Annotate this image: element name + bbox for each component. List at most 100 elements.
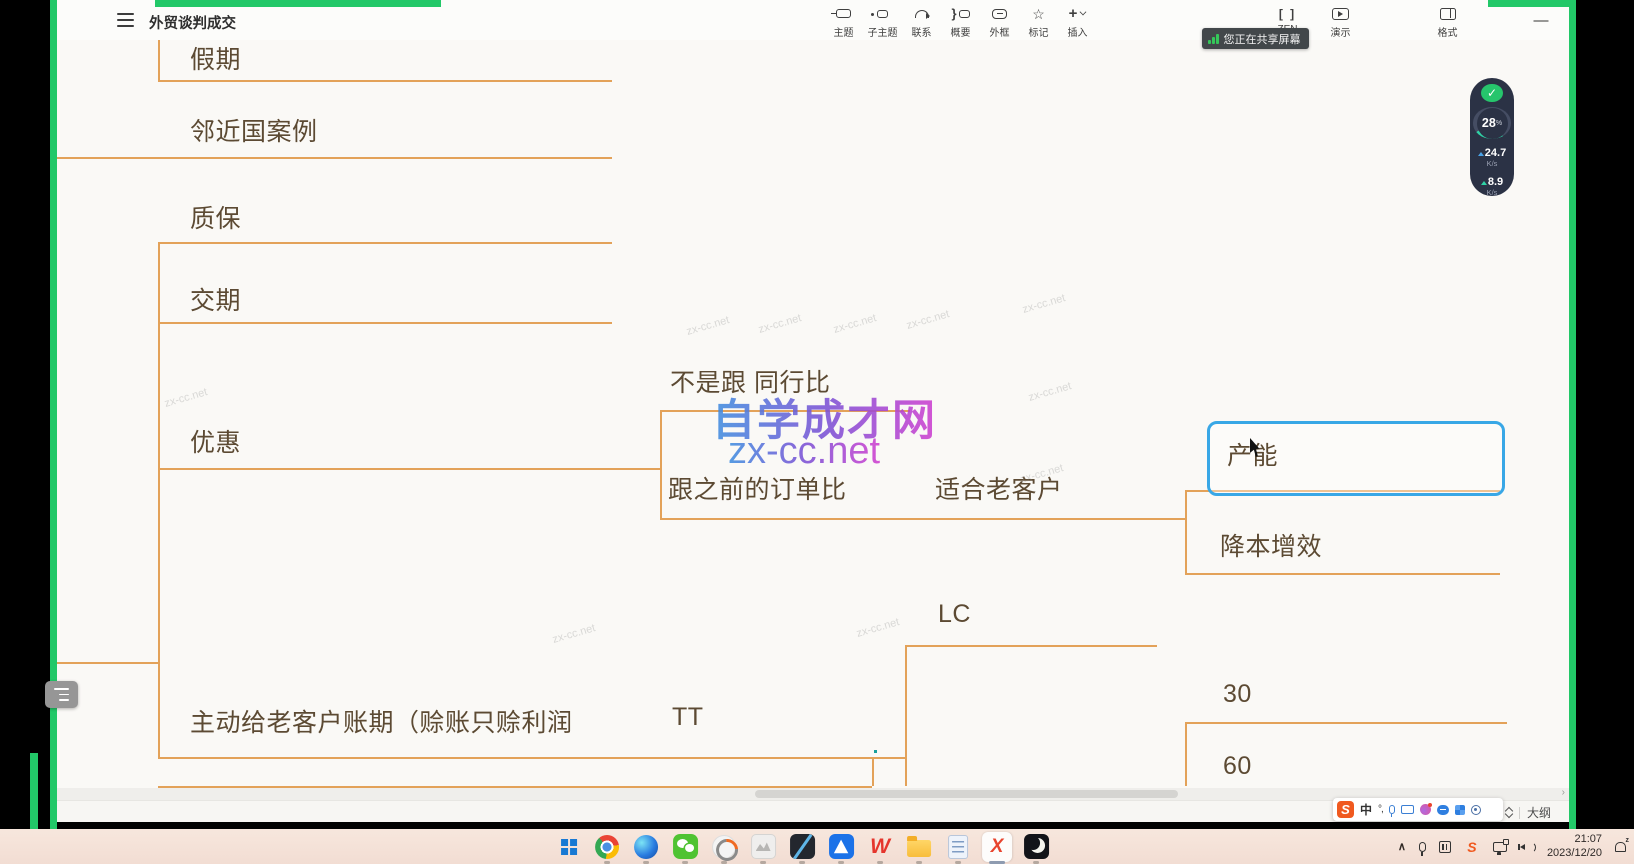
sogou-logo-icon[interactable]: S [1337,801,1354,818]
node-lc[interactable]: LC [938,600,971,629]
taskbar-notes[interactable] [943,832,973,862]
tray-clock[interactable]: 21:07 2023/12/20 [1547,833,1602,861]
taskbar-mindapp[interactable] [826,832,856,862]
relationship-button[interactable]: 联系 [903,4,940,39]
outline-view-button[interactable]: 大纲 [1527,804,1551,821]
tray-display-icon[interactable] [1493,842,1507,852]
branch-line [1185,722,1187,786]
node-discount[interactable]: 优惠 [190,423,241,459]
ime-mode-chinese[interactable]: 中 [1360,801,1372,818]
ime-settings-icon[interactable] [1471,805,1481,815]
sogou-ime-bar[interactable]: S 中 °, [1333,798,1503,821]
format-icon [1440,6,1456,21]
boundary-icon [992,6,1007,21]
windows-icon [561,839,568,846]
taskbar-browser[interactable] [709,832,739,862]
outline-panel-toggle[interactable] [45,681,78,708]
booster-widget[interactable]: ✓ 28% 24.7 K/s 8.9 K/s [1470,78,1514,196]
ime-assistant-icon[interactable] [1437,805,1449,815]
share-border-top [155,0,441,7]
tray-expand-chevron[interactable]: ∧ [1398,840,1406,853]
taskbar-nightmode[interactable] [1021,832,1051,862]
ime-apps-icon[interactable] [1455,805,1465,815]
branch-line [57,157,612,159]
branch-line [872,757,874,786]
node-delivery[interactable]: 交期 [190,281,241,317]
subtopic-button[interactable]: 子主题 [864,4,901,39]
taskbar-wechat[interactable] [670,832,700,862]
windows-taskbar: W X ∧ S 21:07 2023/12/20 [0,829,1634,864]
summary-button[interactable]: } 概要 [942,4,979,39]
insert-icon: + [1069,6,1087,21]
branch-line [50,662,158,664]
present-button[interactable]: 演示 [1322,4,1359,39]
branch-line [158,322,612,324]
node-30[interactable]: 30 [1223,680,1252,709]
zoom-stepper[interactable] [1506,808,1512,817]
photos-icon [751,834,776,859]
download-speed: 8.9 K/s [1481,173,1503,197]
taskbar-wps[interactable]: W [865,832,895,862]
ime-voice-icon[interactable] [1389,805,1395,814]
taskbar-explorer[interactable] [904,832,934,862]
node-neighbor-case[interactable]: 邻近国案例 [190,112,318,148]
tray-speaker-icon[interactable] [1520,841,1534,853]
insert-button[interactable]: + 插入 [1059,4,1096,39]
taskbar-active-app[interactable]: X [982,832,1012,862]
browser-360-icon [712,835,736,859]
scrollbar-arrow-icon[interactable]: › [1562,787,1565,798]
branch-line [660,410,662,520]
document-title: 外贸谈判成交 [149,12,236,33]
node-prev-order-compare[interactable]: 跟之前的订单比 [668,470,847,506]
tray-ime-icon[interactable] [1439,841,1451,853]
mindmap-canvas[interactable]: zx-cc.net zx-cc.net zx-cc.net zx-cc.net … [0,0,1634,864]
branch-line [1185,722,1507,724]
format-button[interactable]: 格式 [1429,4,1466,39]
share-border-right [1569,0,1576,829]
watermark-tile: zx-cc.net [685,314,731,338]
taskbar-chrome[interactable] [592,832,622,862]
folder-icon [907,840,931,857]
node-warranty[interactable]: 质保 [190,199,241,235]
zen-icon: [ ] [1279,6,1296,21]
marker-button[interactable]: ☆ 标记 [1020,4,1057,39]
topic-icon [836,6,851,21]
tray-microphone-icon[interactable] [1419,842,1426,852]
branch-line [158,468,662,470]
scrollbar-thumb[interactable] [755,790,1178,798]
signal-bars-icon [1208,34,1219,44]
node-cost-reduction[interactable]: 降本增效 [1220,527,1322,563]
menu-icon[interactable] [117,13,134,27]
subtopic-icon [877,6,888,21]
node-credit-terms[interactable]: 主动给老客户账期（赊账只赊利润 [190,703,573,739]
minimize-button[interactable]: — [1529,8,1553,32]
tray-sogou-icon[interactable]: S [1464,839,1480,855]
node-holiday[interactable]: 假期 [190,40,241,76]
taskbar-editor[interactable] [787,832,817,862]
watermark-tile: zx-cc.net [551,622,597,646]
ime-punctuation[interactable]: °, [1378,804,1383,815]
ime-keyboard-icon[interactable] [1401,805,1414,814]
node-60[interactable]: 60 [1223,752,1252,781]
ime-emoji-icon[interactable] [1420,804,1431,815]
boundary-button[interactable]: 外框 [981,4,1018,39]
branch-line [905,645,907,786]
taskbar-edge[interactable] [631,832,661,862]
branch-line [158,80,612,82]
notes-icon [948,835,968,859]
taskbar-icons: W X [553,829,1051,864]
letterbox-left [0,0,50,829]
marker-icon: ☆ [1032,6,1045,21]
dark-app-icon [790,834,815,859]
topic-button[interactable]: 主题 [825,4,862,39]
branch-line [1185,573,1500,575]
start-button[interactable] [553,832,583,862]
outline-icon [54,688,69,701]
tray-notifications-icon[interactable] [1615,842,1626,852]
node-tt[interactable]: TT [672,703,704,732]
branch-line [158,757,905,759]
taskbar-photos[interactable] [748,832,778,862]
watermark-site-url: zx-cc.net [728,430,880,473]
tray-date: 2023/12/20 [1547,847,1602,861]
branch-line [158,242,160,757]
